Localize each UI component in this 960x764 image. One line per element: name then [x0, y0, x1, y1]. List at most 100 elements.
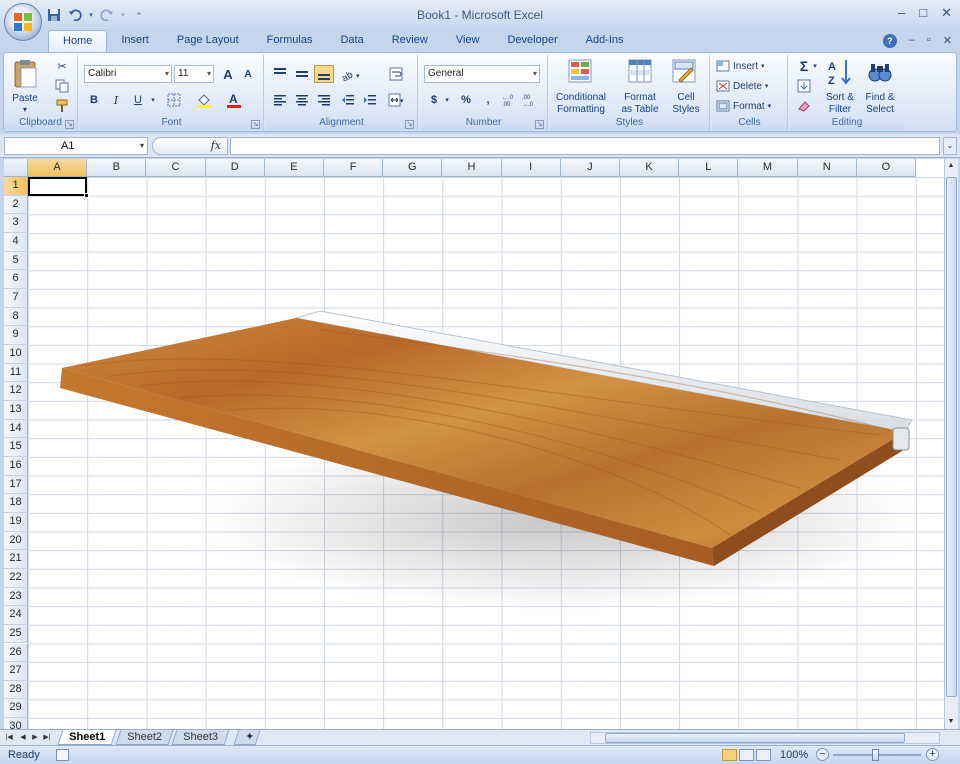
column-header-k[interactable]: K [620, 159, 680, 177]
normal-view-button[interactable] [722, 749, 737, 761]
zoom-level[interactable]: 100% [780, 749, 808, 761]
format-cells-button[interactable]: Format ▾ [716, 97, 771, 115]
zoom-out-button[interactable]: − [816, 748, 829, 761]
column-header-a[interactable]: A [28, 159, 88, 177]
shrink-font-button[interactable]: A [238, 65, 258, 83]
find-select-label-1[interactable]: Find & [860, 92, 900, 103]
paste-dropdown-icon[interactable]: ▾ [8, 104, 42, 115]
office-button[interactable] [4, 3, 42, 41]
ribbon-restore-icon[interactable]: ▫ [927, 34, 931, 48]
sheet-tab-sheet1[interactable]: Sheet1 [57, 730, 117, 745]
tab-add-ins[interactable]: Add-Ins [572, 30, 638, 52]
name-box[interactable]: A1 ▾ [4, 137, 148, 155]
page-layout-view-button[interactable] [739, 749, 754, 761]
row-header-17[interactable]: 17 [4, 475, 28, 495]
row-header-2[interactable]: 2 [4, 195, 28, 215]
conditional-formatting-label-2[interactable]: Formatting [550, 104, 612, 115]
ribbon-minimize-icon[interactable]: – [909, 34, 915, 48]
row-header-18[interactable]: 18 [4, 494, 28, 513]
cut-icon[interactable]: ✂ [52, 57, 72, 75]
align-right-icon[interactable] [314, 91, 334, 109]
row-header-12[interactable]: 12 [4, 382, 28, 401]
copy-icon[interactable] [52, 77, 72, 95]
expand-formula-bar-icon[interactable]: ⌄ [943, 137, 957, 155]
decrease-indent-icon[interactable] [338, 91, 358, 109]
tab-home[interactable]: Home [48, 30, 108, 52]
horizontal-scrollbar[interactable] [590, 732, 940, 744]
redo-dropdown-icon[interactable]: ▾ [120, 7, 126, 23]
tab-data[interactable]: Data [326, 30, 377, 52]
column-header-b[interactable]: B [87, 159, 147, 177]
merge-center-icon[interactable]: ▾ [386, 91, 406, 109]
row-header-3[interactable]: 3 [4, 214, 28, 233]
row-header-11[interactable]: 11 [4, 363, 28, 383]
format-painter-icon[interactable] [52, 97, 72, 115]
vertical-scroll-thumb[interactable] [946, 177, 957, 697]
column-header-e[interactable]: E [264, 159, 324, 177]
first-sheet-icon[interactable]: |◀ [4, 732, 14, 744]
clear-icon[interactable] [794, 97, 814, 115]
wrap-text-icon[interactable] [386, 65, 406, 83]
undo-icon[interactable] [67, 7, 83, 23]
autosum-dropdown-icon[interactable]: ▾ [810, 57, 820, 75]
clipboard-launcher-icon[interactable]: ↘ [65, 120, 74, 129]
insert-function-icon[interactable]: fx [211, 139, 221, 152]
save-icon[interactable] [46, 7, 62, 23]
worksheet-grid[interactable]: ABCDEFGHIJKLMNO 1 2 3 4 5 6 7 8 9 10 11 12 13 14 15 16 1… [4, 159, 944, 729]
row-header-21[interactable]: 21 [4, 550, 28, 569]
font-family-select[interactable]: Calibri ▾ [84, 65, 172, 83]
align-center-icon[interactable] [292, 91, 312, 109]
italic-button[interactable]: I [106, 91, 126, 109]
zoom-in-button[interactable]: + [926, 748, 939, 761]
row-header-15[interactable]: 15 [4, 438, 28, 457]
row-header-5[interactable]: 5 [4, 251, 28, 271]
font-size-select[interactable]: 11 ▾ [174, 65, 214, 83]
cell-styles-label-1[interactable]: Cell [666, 92, 706, 103]
delete-cells-button[interactable]: Delete ▾ [716, 77, 768, 95]
row-header-24[interactable]: 24 [4, 606, 28, 625]
borders-icon[interactable] [164, 91, 184, 109]
decrease-decimal-icon[interactable]: .00 →.0 [520, 91, 540, 109]
fill-color-icon[interactable] [194, 91, 214, 109]
column-header-j[interactable]: J [560, 159, 620, 177]
macro-recording-icon[interactable] [56, 749, 69, 761]
alignment-launcher-icon[interactable]: ↘ [405, 120, 414, 129]
maximize-icon[interactable]: □ [919, 5, 927, 21]
find-select-label-2[interactable]: Select [860, 104, 900, 115]
row-header-10[interactable]: 10 [4, 344, 28, 364]
orientation-icon[interactable]: ab ▾ [338, 65, 364, 83]
sheet-tab-sheet3[interactable]: Sheet3 [171, 730, 230, 745]
underline-button[interactable]: U [128, 91, 148, 109]
row-header-27[interactable]: 27 [4, 662, 28, 681]
format-as-table-icon[interactable] [626, 57, 654, 85]
number-format-select[interactable]: General ▾ [424, 65, 540, 83]
last-sheet-icon[interactable]: ▶| [42, 732, 52, 744]
tab-developer[interactable]: Developer [493, 30, 571, 52]
column-header-d[interactable]: D [205, 159, 265, 177]
column-header-n[interactable]: N [797, 159, 857, 177]
cell-area[interactable] [28, 177, 944, 729]
next-sheet-icon[interactable]: ▶ [30, 732, 40, 744]
row-header-7[interactable]: 7 [4, 288, 28, 308]
sort-filter-label-1[interactable]: Sort & [820, 92, 860, 103]
column-header-f[interactable]: F [324, 159, 384, 177]
format-as-table-label-2[interactable]: as Table [612, 104, 668, 115]
row-header-30[interactable]: 30 [4, 718, 28, 729]
row-header-13[interactable]: 13 [4, 400, 28, 420]
column-header-c[interactable]: C [146, 159, 206, 177]
increase-indent-icon[interactable] [360, 91, 380, 109]
row-header-14[interactable]: 14 [4, 419, 28, 439]
row-header-9[interactable]: 9 [4, 326, 28, 345]
row-header-28[interactable]: 28 [4, 680, 28, 700]
customize-qat-icon[interactable]: ⁼ [131, 7, 147, 23]
fill-icon[interactable] [794, 77, 814, 95]
font-launcher-icon[interactable]: ↘ [251, 120, 260, 129]
column-header-g[interactable]: G [383, 159, 443, 177]
paste-icon[interactable] [10, 57, 40, 91]
scroll-up-icon[interactable]: ▲ [945, 159, 957, 173]
conditional-formatting-icon[interactable] [566, 57, 594, 85]
tab-formulas[interactable]: Formulas [253, 30, 327, 52]
row-header-1[interactable]: 1 [4, 177, 28, 196]
column-header-h[interactable]: H [442, 159, 502, 177]
currency-dropdown-icon[interactable]: ▾ [442, 91, 452, 109]
